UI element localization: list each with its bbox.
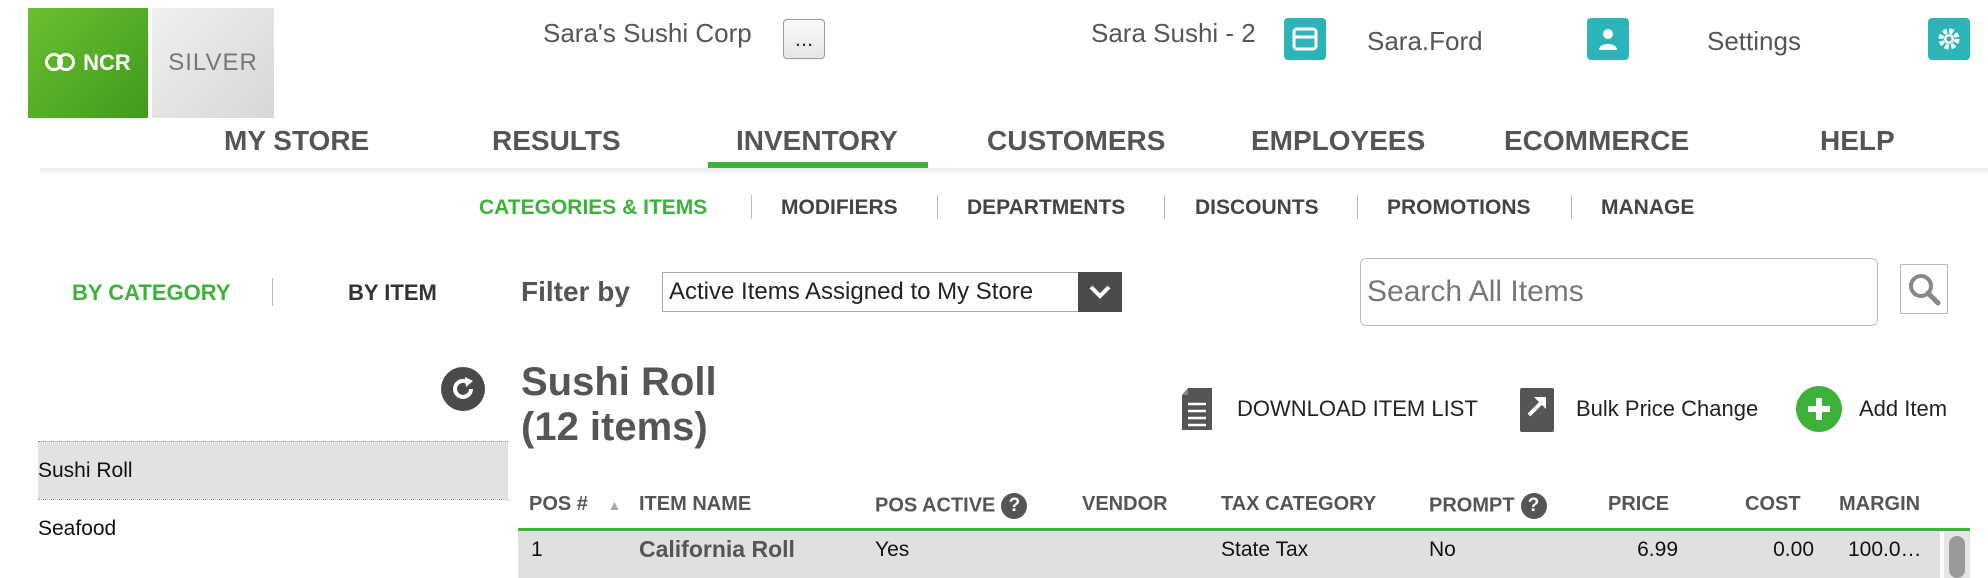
gear-icon [1938, 28, 1960, 50]
download-list-icon-button[interactable] [1178, 386, 1216, 437]
subnav-separator [937, 195, 938, 219]
silver-logo-text: SILVER [168, 49, 258, 76]
document-icon [1182, 388, 1212, 430]
subnav-modifiers[interactable]: MODIFIERS [781, 196, 898, 220]
category-list: Sushi Roll Seafood [38, 441, 508, 557]
bulk-price-icon-button[interactable] [1520, 388, 1554, 437]
nav-employees[interactable]: EMPLOYEES [1251, 125, 1425, 157]
column-prompt[interactable]: PROMPT? [1429, 493, 1547, 519]
subnav-promotions[interactable]: PROMOTIONS [1387, 196, 1531, 220]
cell-pos-active: Yes [875, 538, 910, 561]
chevron-down-icon [1089, 285, 1111, 299]
subnav-separator [1357, 195, 1358, 219]
column-pos-number[interactable]: POS # ▲ [529, 493, 621, 516]
sort-ascending-icon: ▲ [607, 497, 622, 513]
cell-tax-category: State Tax [1221, 538, 1309, 561]
column-label: POS ACTIVE [875, 494, 996, 517]
user-icon [1599, 29, 1617, 50]
category-item-seafood[interactable]: Seafood [38, 499, 508, 557]
store-switch-button[interactable] [1284, 18, 1326, 60]
view-by-item[interactable]: BY ITEM [348, 280, 437, 306]
user-name: Sara.Ford [1367, 26, 1483, 56]
search-button[interactable] [1900, 264, 1948, 314]
subnav-departments[interactable]: DEPARTMENTS [967, 196, 1125, 220]
search-input[interactable] [1360, 258, 1878, 326]
view-by-category[interactable]: BY CATEGORY [72, 280, 231, 306]
view-toggle-separator [272, 278, 273, 306]
nav-inventory[interactable]: INVENTORY [736, 125, 898, 157]
subnav-separator [1164, 195, 1165, 219]
column-label: PROMPT [1429, 494, 1515, 517]
cell-margin: 100.0… [1848, 538, 1922, 561]
filter-label: Filter by [521, 276, 630, 307]
help-icon[interactable]: ? [1001, 493, 1028, 519]
silver-logo: SILVER [152, 8, 274, 118]
column-label: POS # [529, 493, 588, 515]
column-item-name[interactable]: ITEM NAME [639, 493, 751, 516]
nav-help[interactable]: HELP [1820, 125, 1895, 157]
category-label: Sushi Roll [38, 459, 133, 482]
nav-results[interactable]: RESULTS [492, 125, 621, 157]
settings-label[interactable]: Settings [1707, 26, 1801, 57]
user-profile-button[interactable] [1587, 18, 1629, 60]
ncr-rings-icon [45, 52, 79, 74]
company-more-button[interactable]: ... [783, 19, 825, 59]
cell-cost: 0.00 [1773, 538, 1814, 561]
filter-select[interactable]: Active Items Assigned to My Store [662, 272, 1122, 312]
item-count: (12 items) [521, 405, 708, 449]
ncr-logo-text: NCR [83, 50, 131, 75]
help-icon[interactable]: ? [1520, 493, 1547, 519]
nav-ecommerce[interactable]: ECOMMERCE [1504, 125, 1689, 157]
refresh-icon [453, 377, 473, 399]
nav-divider [40, 168, 1988, 176]
add-item-icon-button[interactable] [1796, 386, 1842, 432]
nav-my-store[interactable]: MY STORE [224, 125, 369, 157]
download-item-list-button[interactable]: DOWNLOAD ITEM LIST [1237, 396, 1478, 422]
cell-pos-number: 1 [531, 538, 543, 561]
subnav-manage[interactable]: MANAGE [1601, 196, 1694, 220]
subnav-separator [751, 195, 752, 219]
subnav-categories-items[interactable]: CATEGORIES & ITEMS [479, 196, 707, 220]
column-cost[interactable]: COST [1745, 493, 1801, 516]
column-pos-active[interactable]: POS ACTIVE? [875, 493, 1028, 519]
column-tax-category[interactable]: TAX CATEGORY [1221, 493, 1376, 516]
column-margin[interactable]: MARGIN [1839, 493, 1920, 516]
refresh-categories-button[interactable] [441, 367, 485, 411]
ncr-logo: NCR [28, 8, 148, 118]
category-label: Seafood [38, 517, 117, 540]
cell-item-name[interactable]: California Roll [639, 536, 795, 563]
add-item-button[interactable]: Add Item [1859, 396, 1947, 422]
settings-button[interactable] [1928, 18, 1970, 60]
filter-dropdown-button[interactable] [1078, 272, 1122, 312]
cell-price: 6.99 [1637, 538, 1678, 561]
store-name: Sara Sushi - 2 [1091, 18, 1256, 48]
company-name: Sara's Sushi Corp [543, 18, 752, 48]
table-scroll-thumb[interactable] [1949, 536, 1965, 578]
subnav-discounts[interactable]: DISCOUNTS [1195, 196, 1319, 220]
subnav-separator [1571, 195, 1572, 219]
external-arrow-icon [1520, 388, 1554, 432]
column-vendor[interactable]: VENDOR [1082, 493, 1168, 516]
nav-customers[interactable]: CUSTOMERS [987, 125, 1165, 157]
category-item-sushi-roll[interactable]: Sushi Roll [38, 441, 508, 499]
bulk-price-change-button[interactable]: Bulk Price Change [1576, 396, 1758, 422]
search-icon [1909, 274, 1941, 306]
cell-prompt: No [1429, 538, 1456, 561]
category-title: Sushi Roll [521, 360, 717, 404]
store-icon [1292, 27, 1318, 51]
plus-icon [1808, 398, 1830, 420]
column-price[interactable]: PRICE [1608, 493, 1669, 516]
